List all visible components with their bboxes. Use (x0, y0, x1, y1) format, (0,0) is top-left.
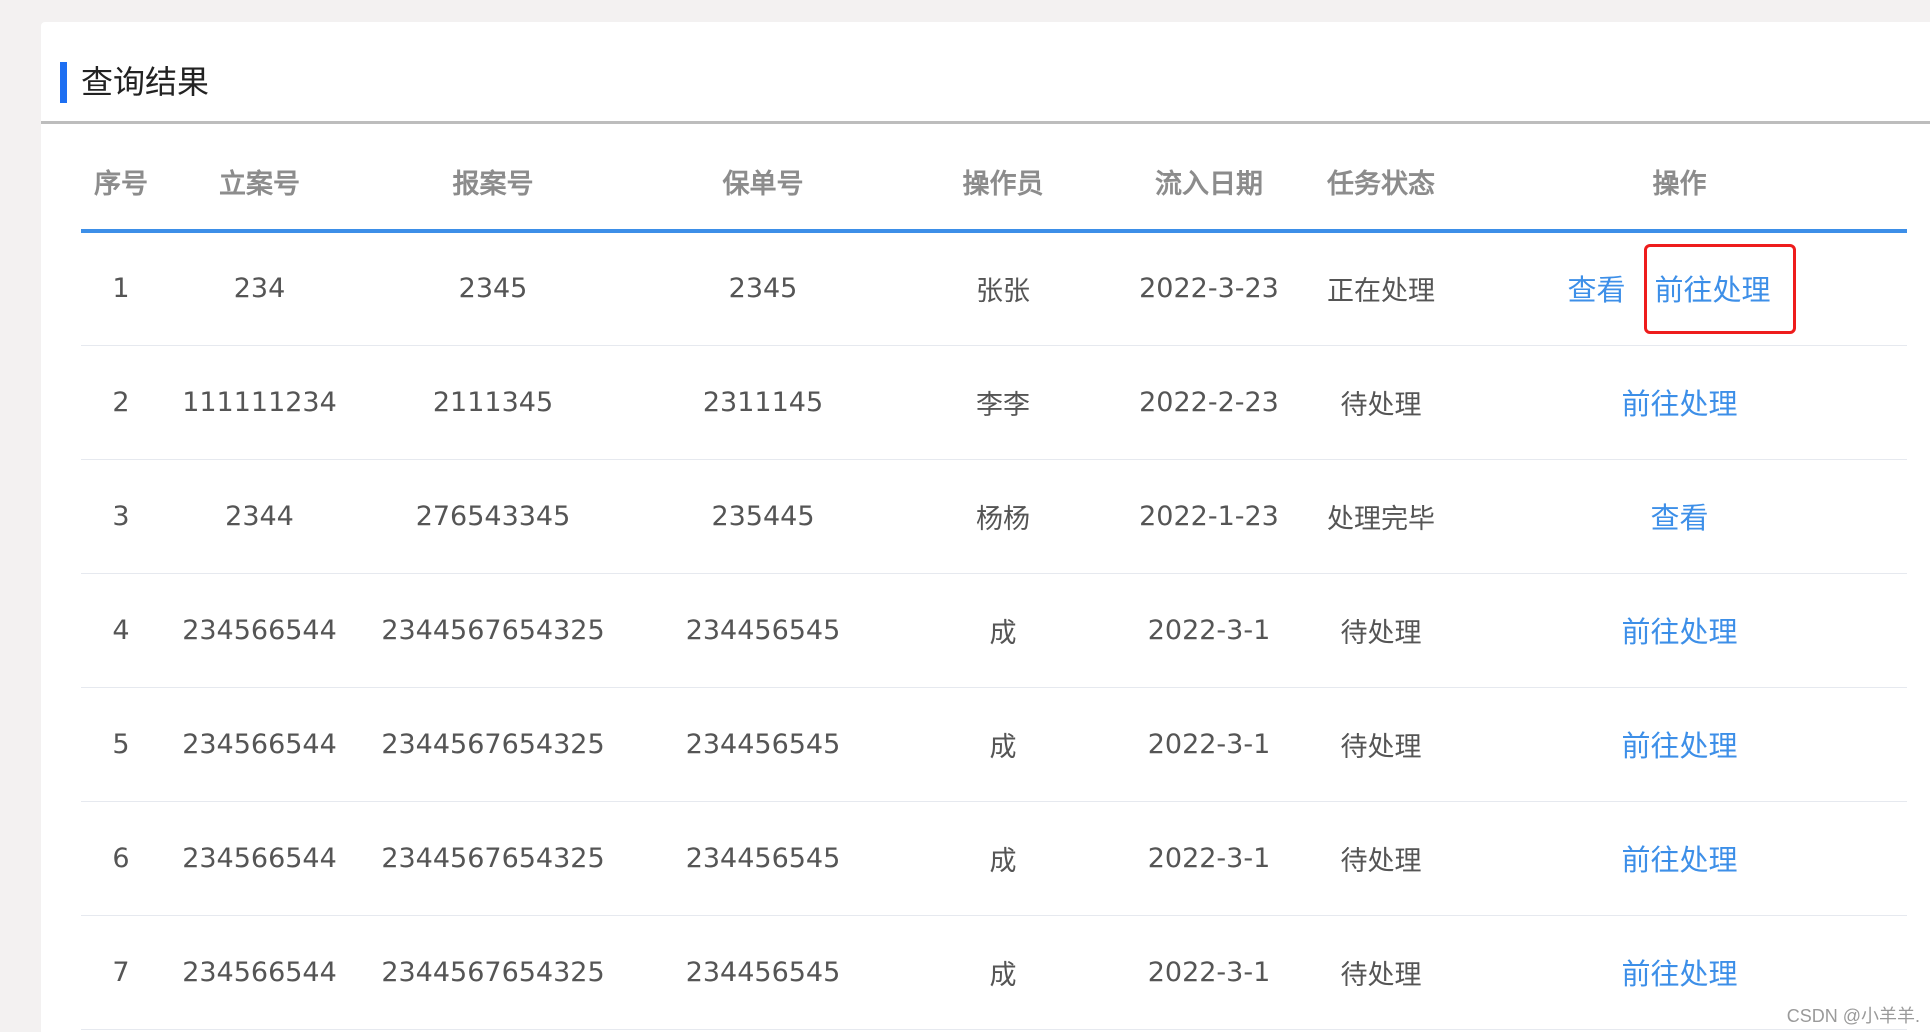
table-row: 1 234 2345 2345 张张 2022-3-23 正在处理 查看 前往处理 (81, 231, 1907, 346)
table-row: 3 2344 276543345 235445 杨杨 2022-1-23 处理完… (81, 459, 1907, 574)
table-row: 6 234566544 2344567654325 234456545 成 20… (81, 801, 1907, 916)
go-process-link[interactable]: 前往处理 (1617, 951, 1741, 993)
table-row: 5 234566544 2344567654325 234456545 成 20… (81, 687, 1907, 802)
cell-actions: 前往处理 (1452, 345, 1907, 460)
cell-operator: 张张 (898, 231, 1108, 346)
panel-header: 查询结果 (41, 22, 1930, 124)
cell-case-no: 234566544 (161, 801, 358, 916)
go-process-link-highlighted[interactable]: 前往处理 (1643, 243, 1796, 334)
cell-report-no: 2344567654325 (358, 915, 628, 1030)
cell-operator: 成 (898, 915, 1108, 1030)
column-header-operator: 操作员 (898, 127, 1108, 233)
cell-case-no: 2344 (161, 459, 358, 574)
cell-date: 2022-3-23 (1108, 231, 1310, 346)
cell-status: 待处理 (1310, 687, 1452, 802)
cell-report-no: 2345 (358, 231, 628, 346)
cell-index: 1 (81, 231, 161, 346)
table-row: 7 234566544 2344567654325 234456545 成 20… (81, 915, 1907, 1030)
cell-operator: 李李 (898, 345, 1108, 460)
cell-case-no: 234566544 (161, 915, 358, 1030)
table-row: 4 234566544 2344567654325 234456545 成 20… (81, 573, 1907, 688)
cell-status: 待处理 (1310, 573, 1452, 688)
view-link[interactable]: 查看 (1646, 495, 1712, 537)
cell-case-no: 234566544 (161, 573, 358, 688)
cell-policy-no: 234456545 (628, 915, 898, 1030)
column-header-actions: 操作 (1452, 127, 1907, 233)
cell-report-no: 2344567654325 (358, 573, 628, 688)
view-link[interactable]: 查看 (1563, 267, 1629, 309)
cell-actions: 前往处理 (1452, 687, 1907, 802)
title-accent-bar (60, 62, 67, 103)
cell-policy-no: 234456545 (628, 573, 898, 688)
cell-report-no: 276543345 (358, 459, 628, 574)
cell-status: 待处理 (1310, 915, 1452, 1030)
cell-case-no: 234 (161, 231, 358, 346)
cell-report-no: 2344567654325 (358, 801, 628, 916)
go-process-link[interactable]: 前往处理 (1617, 609, 1741, 651)
cell-index: 4 (81, 573, 161, 688)
cell-status: 待处理 (1310, 345, 1452, 460)
cell-actions: 查看 (1452, 459, 1907, 574)
cell-date: 2022-1-23 (1108, 459, 1310, 574)
column-header-status: 任务状态 (1310, 127, 1452, 233)
column-header-report-no: 报案号 (358, 127, 628, 233)
cell-report-no: 2344567654325 (358, 687, 628, 802)
cell-index: 5 (81, 687, 161, 802)
cell-case-no: 234566544 (161, 687, 358, 802)
results-table: 序号 立案号 报案号 保单号 操作员 流入日期 任务状态 操作 1 234 23… (81, 127, 1907, 1030)
results-panel: 查询结果 序号 立案号 报案号 保单号 操作员 流入日期 任务状态 操作 1 2… (41, 22, 1930, 1032)
cell-actions: 前往处理 (1452, 573, 1907, 688)
cell-date: 2022-3-1 (1108, 801, 1310, 916)
cell-status: 待处理 (1310, 801, 1452, 916)
go-process-link[interactable]: 前往处理 (1617, 837, 1741, 879)
cell-actions: 前往处理 (1452, 801, 1907, 916)
cell-index: 2 (81, 345, 161, 460)
cell-index: 6 (81, 801, 161, 916)
cell-index: 7 (81, 915, 161, 1030)
table-row: 2 111111234 2111345 2311145 李李 2022-2-23… (81, 345, 1907, 460)
cell-report-no: 2111345 (358, 345, 628, 460)
cell-date: 2022-3-1 (1108, 915, 1310, 1030)
cell-policy-no: 234456545 (628, 801, 898, 916)
cell-operator: 杨杨 (898, 459, 1108, 574)
column-header-index: 序号 (81, 127, 161, 233)
cell-index: 3 (81, 459, 161, 574)
panel-title: 查询结果 (81, 63, 210, 101)
cell-policy-no: 2345 (628, 231, 898, 346)
column-header-case-no: 立案号 (161, 127, 358, 233)
cell-policy-no: 235445 (628, 459, 898, 574)
cell-operator: 成 (898, 687, 1108, 802)
cell-status: 处理完毕 (1310, 459, 1452, 574)
cell-date: 2022-3-1 (1108, 573, 1310, 688)
go-process-link[interactable]: 前往处理 (1617, 723, 1741, 765)
cell-actions: 查看 前往处理 (1452, 231, 1907, 346)
cell-policy-no: 2311145 (628, 345, 898, 460)
cell-operator: 成 (898, 801, 1108, 916)
column-header-date: 流入日期 (1108, 127, 1310, 233)
table-header-row: 序号 立案号 报案号 保单号 操作员 流入日期 任务状态 操作 (81, 127, 1907, 233)
watermark: CSDN @小羊羊. (1786, 1006, 1920, 1026)
cell-case-no: 111111234 (161, 345, 358, 460)
cell-date: 2022-2-23 (1108, 345, 1310, 460)
column-header-policy-no: 保单号 (628, 127, 898, 233)
go-process-link[interactable]: 前往处理 (1617, 381, 1741, 423)
cell-policy-no: 234456545 (628, 687, 898, 802)
cell-operator: 成 (898, 573, 1108, 688)
cell-status: 正在处理 (1310, 231, 1452, 346)
cell-date: 2022-3-1 (1108, 687, 1310, 802)
